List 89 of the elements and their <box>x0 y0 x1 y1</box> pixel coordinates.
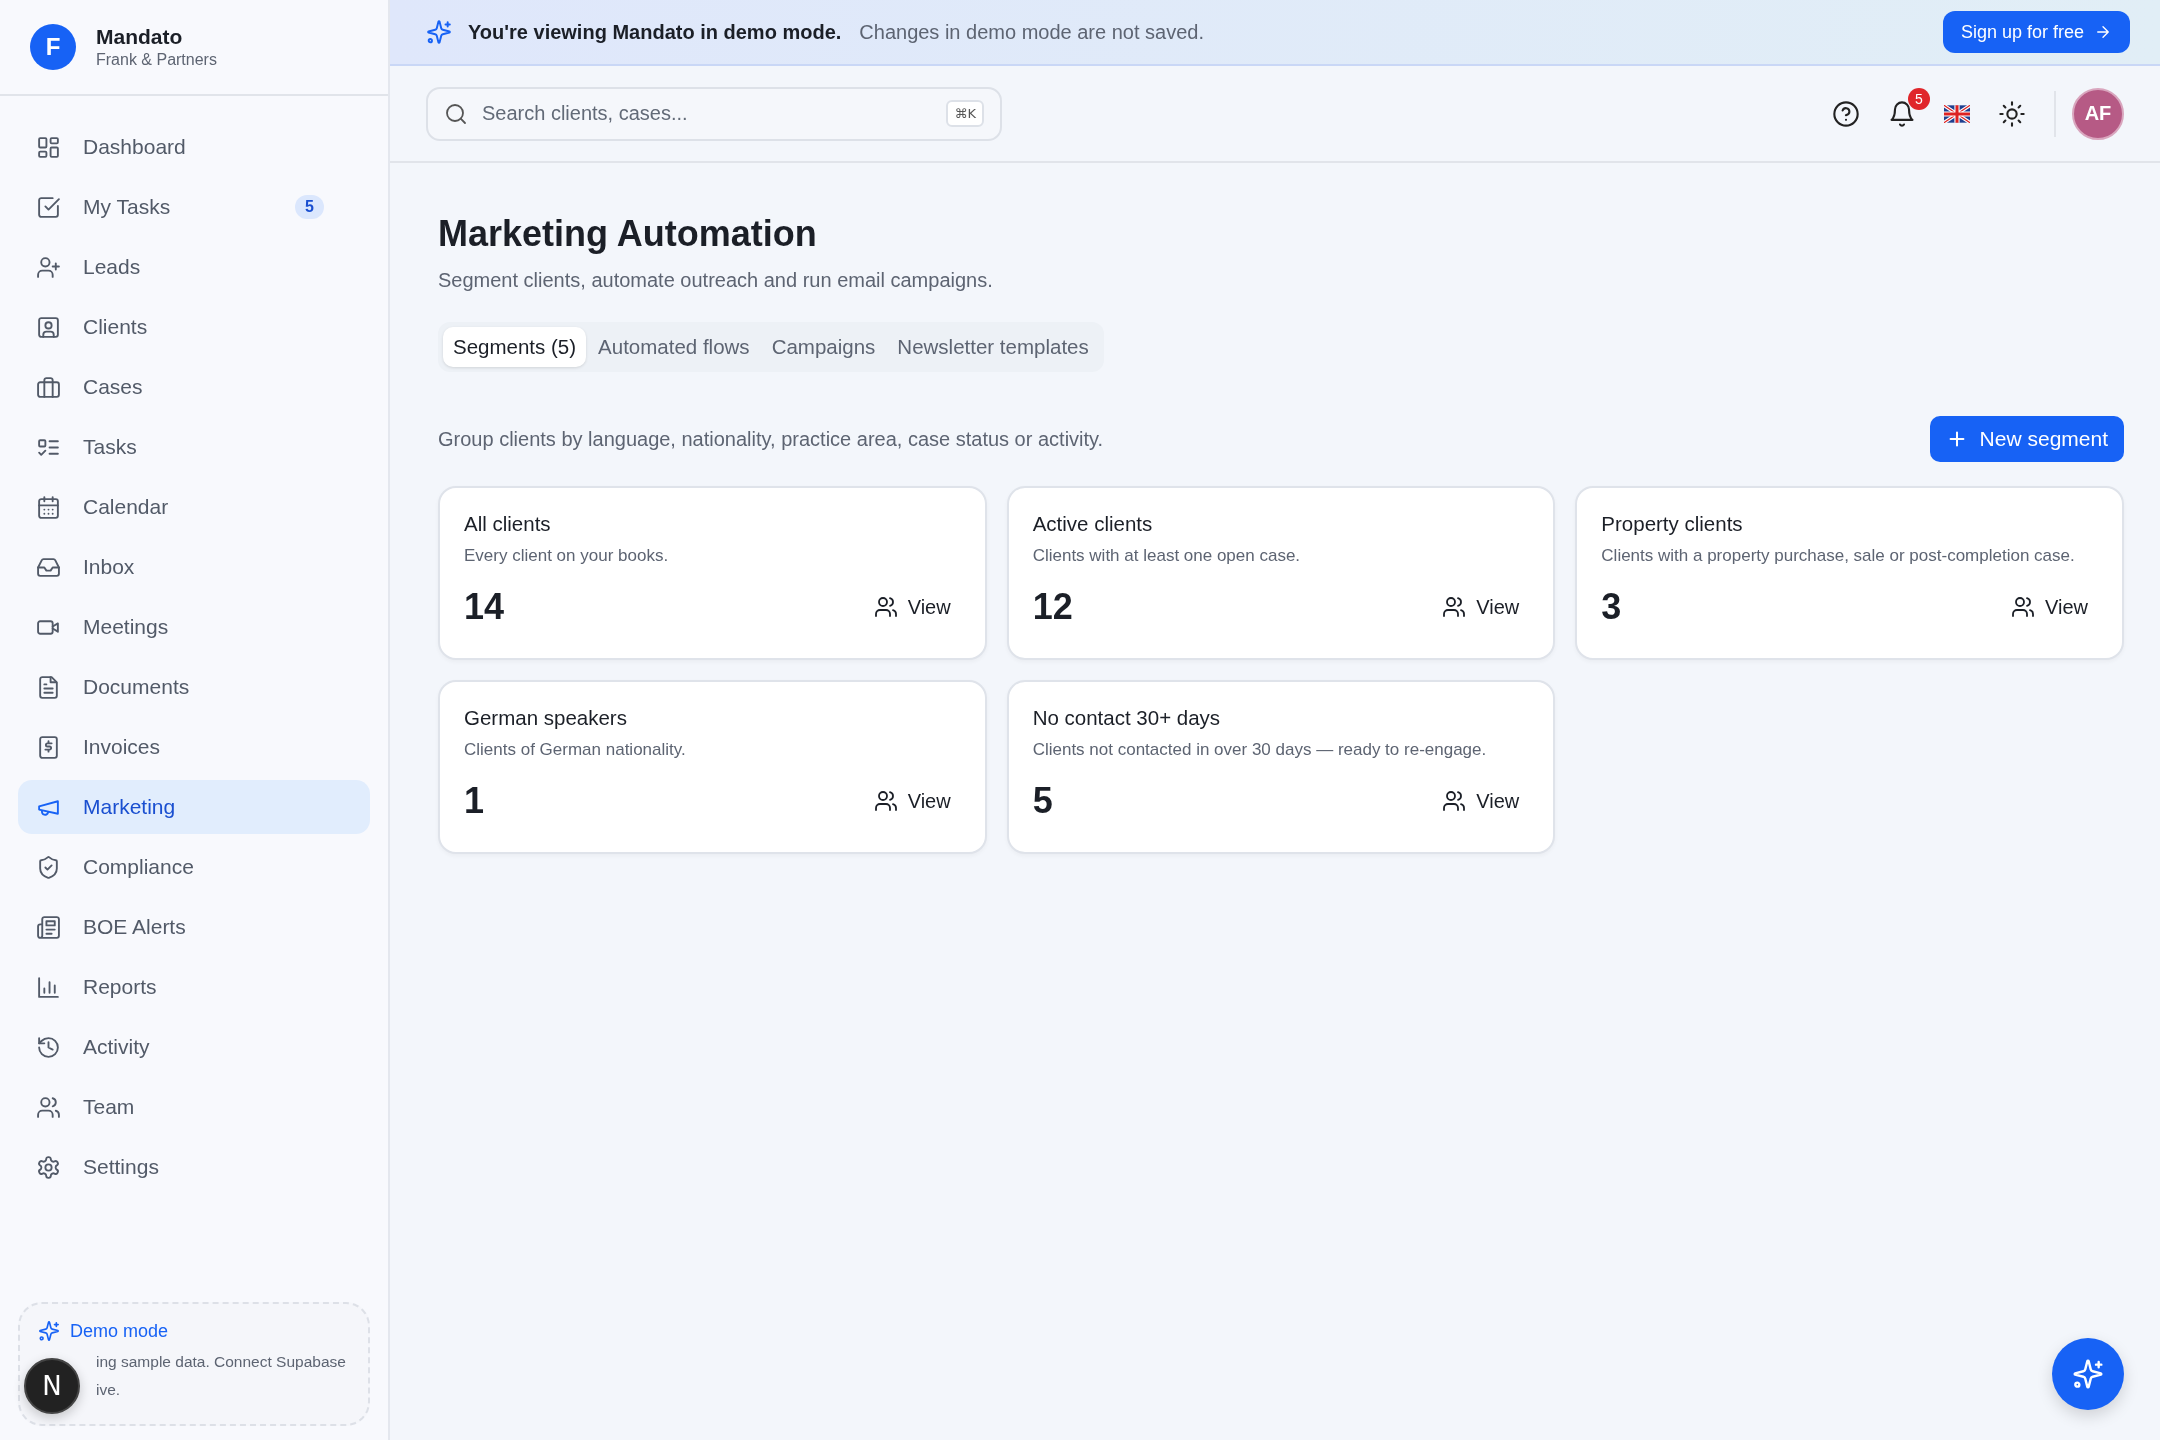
sparkles-icon <box>426 19 452 45</box>
sidebar-item[interactable]: Leads <box>18 240 370 294</box>
sidebar-item[interactable]: Tasks <box>18 420 370 474</box>
sidebar-item[interactable]: Meetings <box>18 600 370 654</box>
segment-name: Property clients <box>1601 512 1744 536</box>
demo-mode-text: ive. <box>96 1380 121 1400</box>
sidebar-item[interactable]: My Tasks 5 <box>18 180 370 234</box>
demo-mode-text: ing sample data. Connect Supabase <box>96 1352 346 1372</box>
history-icon <box>36 1034 61 1060</box>
user-avatar[interactable]: AF <box>2072 87 2124 140</box>
app-name: Mandato <box>96 25 184 49</box>
sidebar-item[interactable]: Marketing <box>18 780 370 834</box>
sidebar-item[interactable]: BOE Alerts <box>18 900 370 954</box>
segment-description: Every client on your books. <box>464 545 670 567</box>
settings-icon <box>36 1154 61 1180</box>
help-icon[interactable] <box>1832 99 1860 128</box>
client-count: 3 <box>1601 586 1622 628</box>
banner-text: Changes in demo mode are not saved. <box>859 20 1205 44</box>
sidebar-item[interactable]: Team <box>18 1080 370 1134</box>
sun-icon[interactable] <box>1998 99 2026 128</box>
sidebar-item[interactable]: Activity <box>18 1020 370 1074</box>
flag-icon[interactable] <box>1944 104 1970 123</box>
calendar-icon <box>36 494 61 520</box>
sidebar-item[interactable]: Reports <box>18 960 370 1014</box>
notifications-icon[interactable] <box>1888 99 1916 128</box>
client-count: 12 <box>1032 586 1073 628</box>
sidebar-item[interactable]: Documents <box>18 660 370 714</box>
segment-description: Clients with at least one open case. <box>1032 545 1302 567</box>
sign-up-button[interactable]: Sign up for free <box>1942 11 2130 53</box>
users-icon <box>2011 595 2035 619</box>
shield-check-icon <box>36 854 61 880</box>
tab[interactable]: Newsletter templates <box>887 327 1099 367</box>
sidebar-item[interactable]: Dashboard <box>18 120 370 174</box>
sidebar-item[interactable]: Compliance <box>18 840 370 894</box>
segment-name: No contact 30+ days <box>1032 706 1222 730</box>
segment-name: Active clients <box>1032 512 1154 536</box>
organization-name: Frank & Partners <box>96 51 217 69</box>
brand-logo: F <box>30 24 76 70</box>
sparkles-icon <box>38 1320 60 1342</box>
page-subtitle: Segment clients, automate outreach and run email campaigns. <box>438 269 994 292</box>
briefcase-icon <box>36 374 61 400</box>
bar-chart-icon <box>36 974 61 1000</box>
segment-description: Clients not contacted in over 30 days — ready to re-engage. <box>1032 739 1488 761</box>
sparkles-icon <box>2072 1358 2104 1390</box>
view-button[interactable]: View <box>1436 591 1526 623</box>
section-description: Group clients by language, nationality, practice area, case status or activity. <box>438 427 1104 451</box>
tab[interactable]: Segments (5) <box>443 327 587 367</box>
arrow-right-icon <box>2094 23 2112 41</box>
users-icon <box>873 595 898 619</box>
sidebar-item[interactable]: Cases <box>18 360 370 414</box>
document-icon <box>36 674 61 700</box>
search-icon <box>444 101 468 126</box>
new-segment-button[interactable]: New segment <box>1929 416 2124 462</box>
client-count: 14 <box>464 586 505 628</box>
shortcut-hint: ⌘K <box>946 99 984 127</box>
users-icon <box>1442 789 1467 813</box>
banner-title: You're viewing Mandato in demo mode. <box>468 20 842 44</box>
view-button[interactable]: View <box>2005 591 2094 623</box>
view-button[interactable]: View <box>1436 785 1526 817</box>
tab[interactable]: Campaigns <box>761 327 886 367</box>
page-title: Marketing Automation <box>438 213 818 255</box>
view-button[interactable]: View <box>867 591 957 623</box>
client-count: 5 <box>1032 780 1053 822</box>
checkbox-icon <box>36 194 61 220</box>
sidebar-item[interactable]: Inbox <box>18 540 370 594</box>
users-icon <box>36 1094 61 1120</box>
view-button[interactable]: View <box>867 785 957 817</box>
users-icon <box>873 789 898 813</box>
segment-name: All clients <box>464 512 552 536</box>
newspaper-icon <box>36 914 61 940</box>
demo-mode-title: Demo mode <box>70 1320 169 1342</box>
tab[interactable]: Automated flows <box>588 327 760 367</box>
user-plus-icon <box>36 254 61 280</box>
segment-name: German speakers <box>464 706 628 730</box>
notification-count-badge: 5 <box>1908 87 1930 110</box>
invoice-icon <box>36 734 61 760</box>
grid-icon <box>36 134 61 160</box>
sidebar-item[interactable]: Settings <box>18 1140 370 1194</box>
dev-tools-button[interactable]: N <box>24 1358 80 1414</box>
segment-description: Clients of German nationality. <box>464 739 687 761</box>
contact-card-icon <box>36 314 61 340</box>
assistant-button[interactable] <box>2052 1338 2124 1410</box>
client-count: 1 <box>464 780 485 822</box>
segment-description: Clients with a property purchase, sale or post-completion case. <box>1601 545 2076 567</box>
users-icon <box>1442 595 1467 619</box>
task-count-badge: 5 <box>295 195 324 219</box>
sidebar-item[interactable]: Calendar <box>18 480 370 534</box>
sidebar-item[interactable]: Clients <box>18 300 370 354</box>
sidebar-item[interactable]: Invoices <box>18 720 370 774</box>
